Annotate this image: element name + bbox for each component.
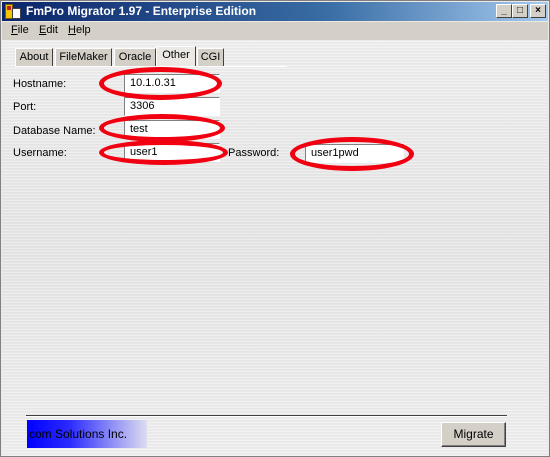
tab-divider	[15, 66, 287, 67]
close-button[interactable]: ×	[530, 4, 546, 18]
database-name-label: Database Name:	[13, 125, 96, 137]
username-label: Username:	[13, 147, 67, 159]
window-title: FmPro Migrator 1.97 - Enterprise Edition	[26, 4, 257, 18]
menu-bar: File Edit Help	[2, 22, 548, 40]
database-name-field[interactable]: test	[124, 120, 220, 139]
company-name: com Solutions Inc.	[29, 427, 128, 441]
password-label: Password:	[228, 147, 280, 159]
hostname-field[interactable]: 10.1.0.31	[124, 74, 220, 93]
app-window: FmPro Migrator 1.97 - Enterprise Edition…	[0, 0, 550, 457]
tab-about[interactable]: About	[15, 48, 53, 66]
app-icon	[5, 4, 21, 19]
username-field[interactable]: user1	[124, 143, 220, 162]
tab-other[interactable]: Other	[156, 46, 196, 67]
menu-file[interactable]: File	[11, 24, 29, 36]
menu-help[interactable]: Help	[68, 24, 91, 36]
tab-filemaker[interactable]: FileMaker	[55, 48, 112, 66]
minimize-button[interactable]: _	[496, 4, 512, 18]
port-field[interactable]: 3306	[124, 97, 220, 116]
menu-edit[interactable]: Edit	[39, 24, 58, 36]
tab-oracle[interactable]: Oracle	[114, 48, 156, 66]
main-panel: About FileMaker Oracle Other CGI Hostnam…	[2, 40, 548, 456]
tab-cgi[interactable]: CGI	[197, 48, 224, 66]
hostname-label: Hostname:	[13, 78, 67, 90]
migrate-button[interactable]: Migrate	[441, 422, 506, 447]
port-label: Port:	[13, 101, 37, 113]
password-field[interactable]: user1pwd	[305, 144, 404, 163]
company-banner: com Solutions Inc.	[27, 420, 147, 448]
title-bar[interactable]: FmPro Migrator 1.97 - Enterprise Edition…	[2, 2, 548, 21]
footer-divider-highlight	[26, 416, 507, 417]
maximize-button[interactable]: □	[512, 4, 528, 18]
